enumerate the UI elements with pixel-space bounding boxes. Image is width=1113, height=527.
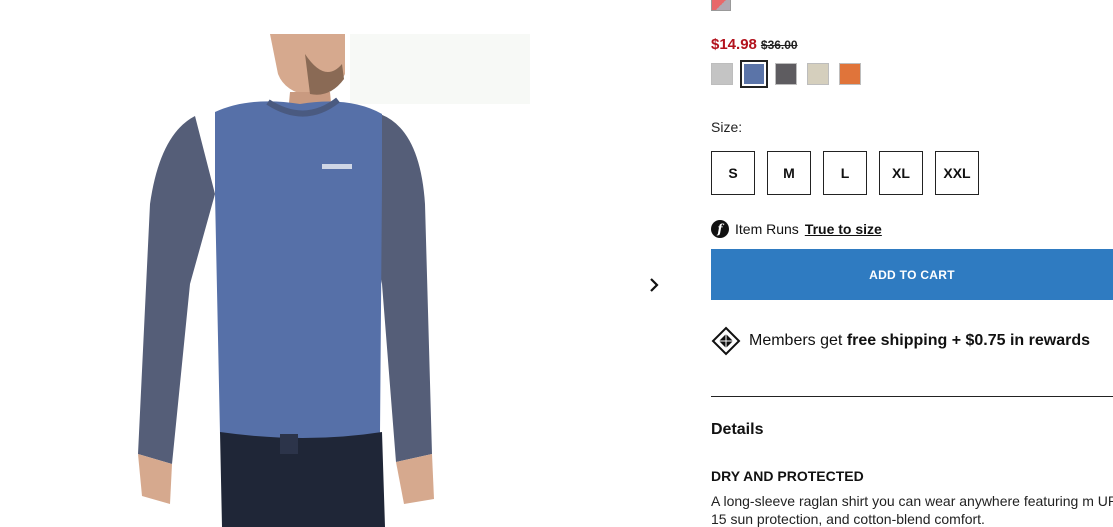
size-button-m[interactable]: M [767, 151, 811, 195]
members-promo: Members get free shipping + $0.75 in rew… [711, 326, 1090, 356]
chevron-right-icon [650, 278, 659, 292]
product-photo[interactable] [120, 34, 540, 527]
original-price: $36.00 [760, 38, 798, 52]
fit-predictor-icon: f [711, 220, 729, 238]
color-swatch-blue-selected[interactable] [740, 60, 768, 88]
size-options: S M L XL XXL [711, 151, 979, 195]
product-info-panel: $14.98 $36.00 Size: S M L XL XXL f Item … [711, 0, 1113, 527]
size-button-xxl[interactable]: XXL [935, 151, 979, 195]
divider [711, 396, 1113, 397]
size-button-l[interactable]: L [823, 151, 867, 195]
details-subheading: DRY AND PROTECTED [711, 468, 864, 484]
color-swatch-grey[interactable] [711, 63, 733, 85]
size-button-xl[interactable]: XL [879, 151, 923, 195]
product-image-panel [0, 0, 680, 527]
alternate-color-swatch[interactable] [711, 0, 731, 11]
price-row: $14.98 $36.00 [711, 36, 798, 53]
sale-price: $14.98 [711, 36, 757, 53]
rewards-diamond-icon [711, 326, 741, 356]
color-swatch-orange[interactable] [839, 63, 861, 85]
members-benefit: free shipping + $0.75 in rewards [846, 332, 1091, 349]
fit-info: f Item Runs True to size [711, 220, 882, 238]
details-heading[interactable]: Details [711, 421, 763, 439]
color-swatch-tan[interactable] [807, 63, 829, 85]
add-to-cart-button[interactable]: ADD TO CART [711, 249, 1113, 300]
color-swatch-charcoal[interactable] [775, 63, 797, 85]
color-swatches [711, 60, 861, 88]
product-page: $14.98 $36.00 Size: S M L XL XXL f Item … [0, 0, 1113, 527]
size-label: Size: [711, 119, 743, 135]
fit-link[interactable]: True to size [805, 221, 882, 237]
details-text: A long-sleeve raglan shirt you can wear … [711, 493, 1113, 527]
members-prefix: Members get [749, 332, 847, 349]
next-image-button[interactable] [642, 273, 666, 297]
fit-prefix: Item Runs [735, 221, 799, 237]
size-button-s[interactable]: S [711, 151, 755, 195]
